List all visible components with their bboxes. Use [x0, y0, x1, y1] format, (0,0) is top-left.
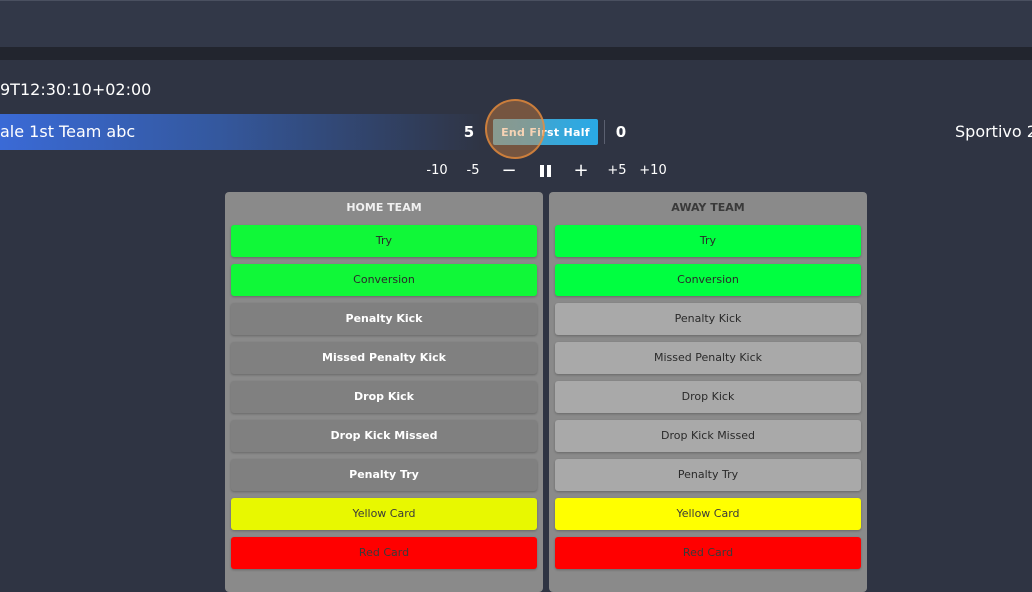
- time-minus-1-button[interactable]: −: [500, 160, 518, 182]
- header-divider-strip: [0, 47, 1032, 60]
- home-team-panel: HOME TEAM Try Conversion Penalty Kick Mi…: [225, 192, 543, 592]
- away-drop-kick-button[interactable]: Drop Kick: [555, 381, 861, 413]
- home-red-card-button[interactable]: Red Card: [231, 537, 537, 569]
- away-conversion-button[interactable]: Conversion: [555, 264, 861, 296]
- away-penalty-kick-button[interactable]: Penalty Kick: [555, 303, 861, 335]
- pause-icon[interactable]: [540, 165, 551, 177]
- top-header-bar: [0, 0, 1032, 47]
- time-minus-5-button[interactable]: -5: [462, 160, 484, 182]
- home-score: 5: [463, 123, 475, 141]
- end-first-half-button[interactable]: End First Half: [493, 119, 598, 145]
- home-missed-penalty-kick-button[interactable]: Missed Penalty Kick: [231, 342, 537, 374]
- away-panel-title: AWAY TEAM: [671, 201, 745, 214]
- home-conversion-button[interactable]: Conversion: [231, 264, 537, 296]
- home-team-name: ale 1st Team abc: [0, 122, 136, 141]
- time-plus-1-button[interactable]: +: [572, 160, 590, 182]
- away-team-panel: AWAY TEAM Try Conversion Penalty Kick Mi…: [549, 192, 867, 592]
- away-drop-kick-missed-button[interactable]: Drop Kick Missed: [555, 420, 861, 452]
- match-timestamp: 9T12:30:10+02:00: [0, 80, 152, 99]
- time-plus-5-button[interactable]: +5: [606, 160, 628, 182]
- away-penalty-try-button[interactable]: Penalty Try: [555, 459, 861, 491]
- home-yellow-card-button[interactable]: Yellow Card: [231, 498, 537, 530]
- home-drop-kick-button[interactable]: Drop Kick: [231, 381, 537, 413]
- score-divider: [604, 120, 605, 144]
- home-penalty-kick-button[interactable]: Penalty Kick: [231, 303, 537, 335]
- away-yellow-card-button[interactable]: Yellow Card: [555, 498, 861, 530]
- home-penalty-try-button[interactable]: Penalty Try: [231, 459, 537, 491]
- time-plus-10-button[interactable]: +10: [639, 160, 667, 182]
- away-red-card-button[interactable]: Red Card: [555, 537, 861, 569]
- away-missed-penalty-kick-button[interactable]: Missed Penalty Kick: [555, 342, 861, 374]
- away-score: 0: [615, 123, 627, 141]
- away-try-button[interactable]: Try: [555, 225, 861, 257]
- away-team-name: Sportivo 2: [955, 122, 1032, 141]
- home-drop-kick-missed-button[interactable]: Drop Kick Missed: [231, 420, 537, 452]
- home-try-button[interactable]: Try: [231, 225, 537, 257]
- home-panel-title: HOME TEAM: [346, 201, 422, 214]
- time-minus-10-button[interactable]: -10: [424, 160, 450, 182]
